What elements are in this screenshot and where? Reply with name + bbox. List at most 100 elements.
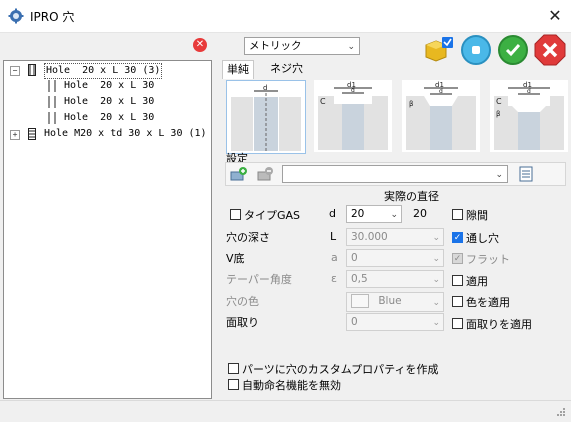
flat-label: フラット bbox=[466, 253, 510, 266]
countersink-diagram: d1 d β bbox=[406, 81, 476, 150]
diameter-select[interactable]: 20 ⌄ bbox=[346, 205, 402, 223]
window-title: IPRO 穴 bbox=[30, 10, 75, 24]
clearance-checkbox[interactable] bbox=[452, 209, 463, 220]
clearance-label: 隙間 bbox=[466, 209, 488, 222]
depth-field[interactable]: 30.000 ⌄ bbox=[346, 228, 444, 246]
tree-item-child[interactable]: Hole 20 x L 30 bbox=[64, 95, 154, 109]
apply-chamfer-label: 面取りを適用 bbox=[466, 318, 532, 331]
list-icon[interactable] bbox=[518, 166, 534, 182]
chevron-down-icon: ⌄ bbox=[432, 275, 440, 285]
chevron-down-icon: ⌄ bbox=[347, 42, 355, 52]
taper-symbol: ε bbox=[331, 272, 337, 285]
chevron-down-icon: ⌄ bbox=[495, 170, 503, 180]
custom-props-checkbox[interactable] bbox=[228, 363, 239, 374]
type-gas-checkbox[interactable] bbox=[230, 209, 241, 220]
disable-autoname-label: 自動命名機能を無効 bbox=[242, 379, 341, 392]
color-select[interactable]: Blue ⌄ bbox=[346, 292, 444, 312]
tab-simple[interactable]: 単純 bbox=[222, 60, 254, 79]
hole-icon bbox=[48, 96, 56, 108]
unit-select[interactable]: メトリック ⌄ bbox=[244, 37, 360, 55]
chevron-down-icon: ⌄ bbox=[432, 318, 440, 328]
depth-label: 穴の深さ bbox=[226, 231, 270, 244]
tree-item-root[interactable]: Hole 20 x L 30 (3) bbox=[44, 63, 163, 79]
delete-preset-icon[interactable] bbox=[256, 166, 274, 182]
disable-autoname-checkbox[interactable] bbox=[228, 379, 239, 390]
chamfer-label: 面取り bbox=[226, 316, 259, 329]
taper-value: 0,5 bbox=[351, 273, 368, 285]
v-bottom-label: V底 bbox=[226, 252, 245, 265]
type-gas-label: タイプGAS bbox=[244, 209, 301, 222]
plain-hole-diagram: d bbox=[231, 84, 301, 151]
depth-value: 30.000 bbox=[351, 231, 388, 243]
v-bottom-symbol: a bbox=[331, 251, 338, 264]
hole-settings-icon[interactable] bbox=[422, 35, 456, 67]
hole-icon bbox=[48, 112, 56, 124]
chamfer-field[interactable]: 0 ⌄ bbox=[346, 313, 444, 331]
info-button[interactable] bbox=[461, 35, 491, 65]
tab-thread[interactable]: ネジ穴 bbox=[266, 60, 307, 78]
hole-group-icon bbox=[28, 64, 36, 76]
diameter-value: 20 bbox=[351, 208, 365, 220]
diagram-label-c: C bbox=[320, 97, 326, 106]
diagram-label-beta: β bbox=[409, 100, 413, 108]
diagram-label-d: d bbox=[263, 84, 267, 92]
color-swatch bbox=[351, 294, 369, 308]
title-bar: IPRO 穴 ✕ bbox=[0, 0, 571, 33]
hole-type-countersink[interactable]: d1 d β bbox=[402, 80, 480, 152]
unit-select-value: メトリック bbox=[249, 40, 302, 52]
hole-icon bbox=[48, 80, 56, 92]
actual-diameter-heading: 実際の直径 bbox=[384, 190, 439, 203]
through-hole-checkbox[interactable]: ✓ bbox=[452, 232, 463, 243]
diagram-label-d: d bbox=[527, 88, 531, 95]
v-bottom-field[interactable]: 0 ⌄ bbox=[346, 249, 444, 267]
flat-checkbox[interactable]: ✓ bbox=[452, 253, 463, 264]
apply-chamfer-checkbox[interactable] bbox=[452, 318, 463, 329]
resize-grip-icon[interactable] bbox=[556, 407, 566, 417]
settings-toolbar: ⌄ bbox=[225, 162, 566, 186]
depth-symbol: L bbox=[330, 230, 337, 243]
window-close-button[interactable]: ✕ bbox=[543, 4, 567, 28]
tree-item-child[interactable]: Hole 20 x L 30 bbox=[64, 111, 154, 125]
add-preset-icon[interactable] bbox=[230, 166, 248, 182]
status-bar bbox=[0, 400, 571, 422]
square-icon bbox=[472, 46, 480, 54]
hole-type-plain[interactable]: d bbox=[226, 80, 306, 154]
diagram-label-d: d bbox=[351, 87, 355, 94]
chevron-down-icon: ⌄ bbox=[432, 233, 440, 243]
apply-taper-label: 適用 bbox=[466, 275, 488, 288]
apply-taper-checkbox[interactable] bbox=[452, 275, 463, 286]
apply-color-label: 色を適用 bbox=[466, 296, 510, 309]
taper-field[interactable]: 0,5 ⌄ bbox=[346, 270, 444, 288]
checkmark-icon bbox=[505, 44, 521, 57]
through-hole-label: 通し穴 bbox=[466, 232, 499, 245]
color-value: Blue bbox=[378, 295, 402, 307]
chevron-down-icon: ⌄ bbox=[390, 210, 398, 220]
hole-type-counterbore[interactable]: d1 d C bbox=[314, 80, 392, 152]
diagram-label-d: d bbox=[439, 88, 443, 95]
v-bottom-value: 0 bbox=[351, 252, 358, 264]
diagram-label-beta: β bbox=[496, 110, 500, 118]
chevron-down-icon: ⌄ bbox=[432, 298, 440, 308]
tree-item-child[interactable]: Hole 20 x L 30 bbox=[64, 79, 154, 93]
taper-label: テーパー角度 bbox=[226, 273, 292, 286]
threaded-hole-icon bbox=[28, 128, 36, 140]
color-label: 穴の色 bbox=[226, 295, 259, 308]
preset-select[interactable]: ⌄ bbox=[282, 165, 508, 183]
collapse-toggle[interactable]: − bbox=[10, 66, 20, 76]
delete-icon[interactable]: ✕ bbox=[193, 38, 207, 52]
hole-type-counterbore-countersink[interactable]: d1 d C β bbox=[490, 80, 568, 152]
tree-item-threaded[interactable]: Hole M20 x td 30 x L 30 (1) bbox=[44, 127, 207, 141]
app-gear-icon bbox=[8, 8, 24, 24]
combined-hole-diagram: d1 d C β bbox=[494, 81, 564, 150]
cancel-button[interactable] bbox=[534, 34, 566, 66]
expand-toggle[interactable]: + bbox=[10, 130, 20, 140]
chevron-down-icon: ⌄ bbox=[432, 254, 440, 264]
hole-tree: − Hole 20 x L 30 (3) Hole 20 x L 30 Hole… bbox=[3, 60, 212, 399]
custom-props-label: パーツに穴のカスタムプロパティを作成 bbox=[242, 363, 439, 376]
counterbore-diagram: d1 d C bbox=[318, 81, 388, 150]
apply-color-checkbox[interactable] bbox=[452, 296, 463, 307]
diameter-actual: 20 bbox=[413, 207, 427, 220]
ok-button[interactable] bbox=[498, 35, 528, 65]
diagram-label-c: C bbox=[496, 97, 502, 106]
diameter-symbol: d bbox=[329, 207, 336, 220]
